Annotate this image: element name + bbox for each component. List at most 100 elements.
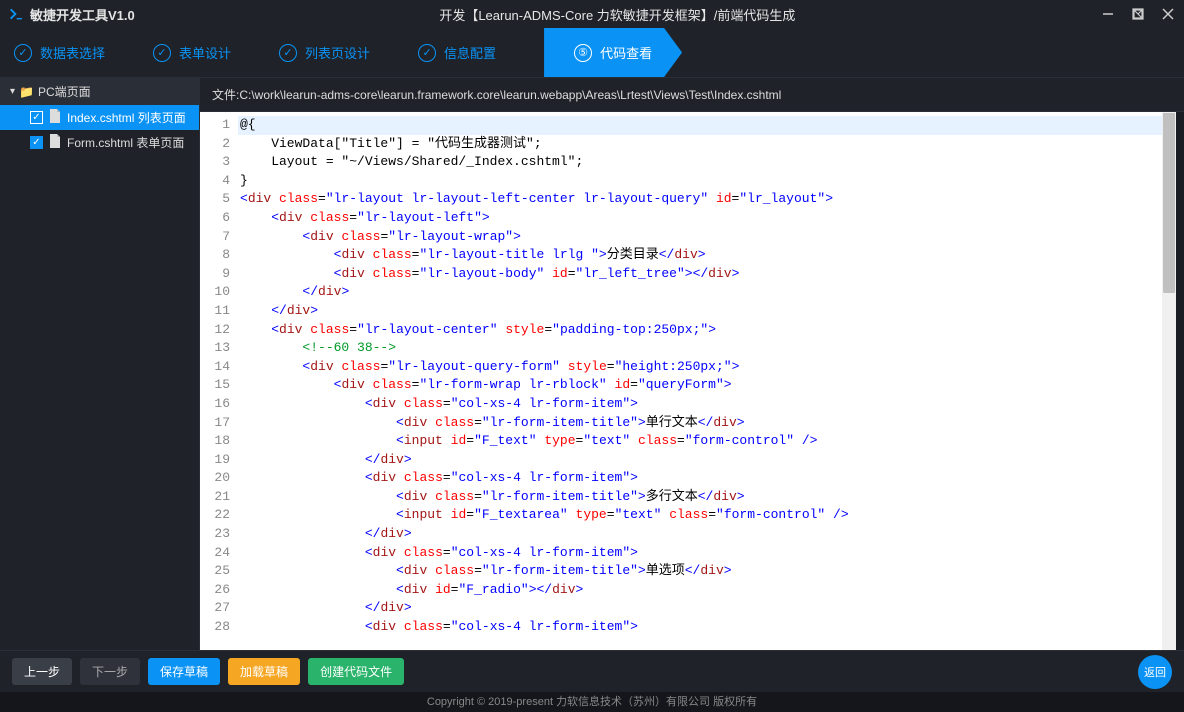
close-button[interactable] [1160,6,1176,22]
line-number: 19 [204,451,230,470]
line-number: 10 [204,283,230,302]
line-number: 28 [204,618,230,637]
vertical-scrollbar[interactable] [1162,112,1176,650]
code-line[interactable]: <div class="lr-layout lr-layout-left-cen… [238,190,1176,209]
content-area: 文件:C:\work\learun-adms-core\learun.frame… [200,78,1184,650]
line-number: 11 [204,302,230,321]
code-line[interactable]: </div> [238,525,1176,544]
code-line[interactable]: <div class="lr-layout-query-form" style=… [238,358,1176,377]
step-label: 信息配置 [444,43,496,62]
code-area[interactable]: @{ ViewData["Title"] = "代码生成器测试"; Layout… [238,112,1176,650]
code-line[interactable]: @{ [238,116,1176,135]
app-logo-icon [8,6,24,22]
prev-button[interactable]: 上一步 [12,658,72,685]
sidebar: ▾ 📁 PC端页面 ✓ Index.cshtml 列表页面 ✓ Form.cshtml… [0,78,200,650]
step-number-icon: ⑤ [574,44,592,62]
line-number: 9 [204,265,230,284]
code-line[interactable]: <div class="lr-layout-title lrlg ">分类目录<… [238,246,1176,265]
scrollbar-thumb[interactable] [1163,113,1175,293]
sidebar-item-1[interactable]: ✓ Form.cshtml 表单页面 [0,130,199,155]
return-button[interactable]: 返回 [1138,655,1172,689]
code-editor[interactable]: 1234567891011121314151617181920212223242… [200,112,1176,650]
sidebar-items: ✓ Index.cshtml 列表页面 ✓ Form.cshtml 表单页面 [0,105,199,155]
window-title: 开发【Learun-ADMS-Core 力软敏捷开发框架】/前端代码生成 [135,5,1100,24]
code-line[interactable]: </div> [238,283,1176,302]
sidebar-item-label: Form.cshtml 表单页面 [67,134,184,151]
code-line[interactable]: <div class="lr-form-item-title">多行文本</di… [238,488,1176,507]
line-number: 26 [204,581,230,600]
titlebar: 敏捷开发工具V1.0 开发【Learun-ADMS-Core 力软敏捷开发框架】… [0,0,1184,28]
step-5[interactable]: ⑤代码查看 [544,28,682,77]
line-number: 24 [204,544,230,563]
code-line[interactable]: <div class="lr-layout-center" style="pad… [238,321,1176,340]
code-line[interactable]: <div class="lr-form-item-title">单选项</div… [238,562,1176,581]
line-number: 7 [204,228,230,247]
load-draft-button[interactable]: 加载草稿 [228,658,300,685]
code-line[interactable]: </div> [238,302,1176,321]
code-line[interactable]: <div class="col-xs-4 lr-form-item"> [238,618,1176,637]
line-number: 17 [204,414,230,433]
sidebar-header-label: PC端页面 [38,83,91,100]
line-number: 4 [204,172,230,191]
code-line[interactable]: <div class="lr-layout-left"> [238,209,1176,228]
sidebar-header[interactable]: ▾ 📁 PC端页面 [0,78,199,105]
line-number: 20 [204,469,230,488]
step-2[interactable]: ✓表单设计 [153,43,231,62]
code-line[interactable]: } [238,172,1176,191]
sidebar-item-label: Index.cshtml 列表页面 [67,109,186,126]
step-label: 数据表选择 [40,43,105,62]
maximize-button[interactable] [1130,6,1146,22]
code-line[interactable]: Layout = "~/Views/Shared/_Index.cshtml"; [238,153,1176,172]
code-line[interactable]: <div class="lr-layout-wrap"> [238,228,1176,247]
check-icon: ✓ [153,44,171,62]
checkbox-icon[interactable]: ✓ [30,111,43,124]
step-bar: ✓数据表选择✓表单设计✓列表页设计✓信息配置⑤代码查看 [0,28,1184,78]
step-label: 列表页设计 [305,43,370,62]
check-icon: ✓ [279,44,297,62]
window-controls [1100,6,1176,22]
line-number: 22 [204,506,230,525]
line-number: 27 [204,599,230,618]
line-number: 6 [204,209,230,228]
code-line[interactable]: <div class="lr-layout-body" id="lr_left_… [238,265,1176,284]
line-number: 21 [204,488,230,507]
code-line[interactable]: <div class="col-xs-4 lr-form-item"> [238,469,1176,488]
sidebar-item-0[interactable]: ✓ Index.cshtml 列表页面 [0,105,199,130]
line-number: 14 [204,358,230,377]
file-path: 文件:C:\work\learun-adms-core\learun.frame… [200,78,1184,112]
step-4[interactable]: ✓ 信息配置 [418,43,496,62]
code-line[interactable]: <div id="F_radio"></div> [238,581,1176,600]
line-number: 5 [204,190,230,209]
code-line[interactable]: </div> [238,451,1176,470]
code-line[interactable]: <div class="lr-form-item-title">单行文本</di… [238,414,1176,433]
code-line[interactable]: <!--60 38--> [238,339,1176,358]
code-line[interactable]: <div class="col-xs-4 lr-form-item"> [238,395,1176,414]
line-number: 15 [204,376,230,395]
step-3[interactable]: ✓ 列表页设计 [279,43,370,62]
footer-buttons: 上一步 下一步 保存草稿 加载草稿 创建代码文件 返回 [0,650,1184,692]
code-line[interactable]: <div class="col-xs-4 lr-form-item"> [238,544,1176,563]
line-number: 18 [204,432,230,451]
code-line[interactable]: <input id="F_textarea" type="text" class… [238,506,1176,525]
check-icon: ✓ [14,44,32,62]
code-line[interactable]: </div> [238,599,1176,618]
code-line[interactable]: ViewData["Title"] = "代码生成器测试"; [238,135,1176,154]
line-number: 25 [204,562,230,581]
create-file-button[interactable]: 创建代码文件 [308,658,404,685]
line-number: 8 [204,246,230,265]
line-gutter: 1234567891011121314151617181920212223242… [200,112,238,650]
code-line[interactable]: <div class="lr-form-wrap lr-rblock" id="… [238,376,1176,395]
minimize-button[interactable] [1100,6,1116,22]
check-icon: ✓ [418,44,436,62]
line-number: 13 [204,339,230,358]
code-line[interactable]: <input id="F_text" type="text" class="fo… [238,432,1176,451]
folder-icon: 📁 [19,85,34,99]
step-1[interactable]: ✓ 数据表选择 [14,43,105,62]
next-button[interactable]: 下一步 [80,658,140,685]
checkbox-icon[interactable]: ✓ [30,136,43,149]
line-number: 23 [204,525,230,544]
file-icon [49,134,61,151]
line-number: 16 [204,395,230,414]
save-draft-button[interactable]: 保存草稿 [148,658,220,685]
caret-down-icon: ▾ [10,86,15,97]
